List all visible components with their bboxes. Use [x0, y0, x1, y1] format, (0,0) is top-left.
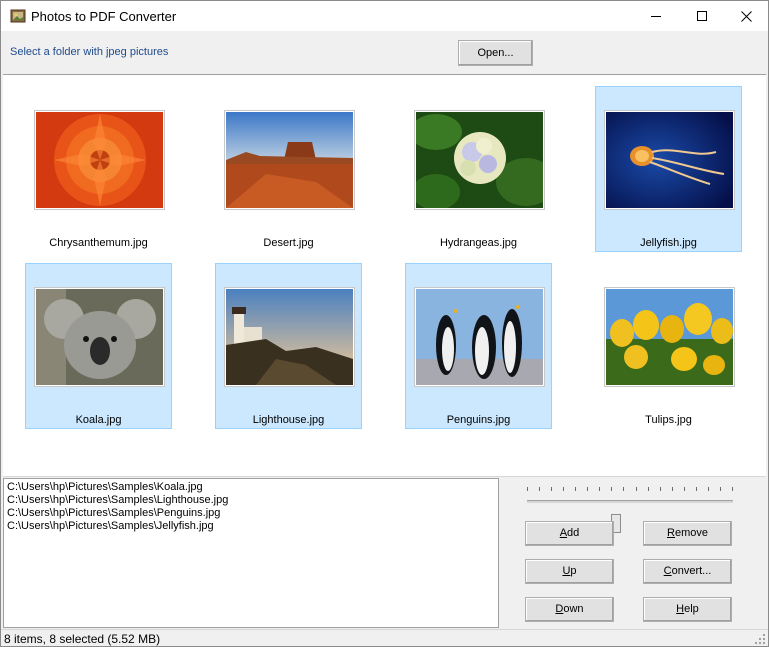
thumbnail-image [34, 287, 165, 387]
slider-tick [696, 487, 697, 491]
desert-photo [226, 112, 353, 208]
path-item[interactable]: C:\Users\hp\Pictures\Samples\Penguins.jp… [7, 507, 495, 520]
thumbnail-caption: Tulips.jpg [645, 414, 692, 426]
thumbnail-caption: Jellyfish.jpg [640, 237, 697, 249]
slider-tick [599, 487, 600, 491]
help-button[interactable]: Help [643, 597, 732, 622]
slider-tick [587, 487, 588, 491]
thumbnail-tile-lighthouse[interactable]: Lighthouse.jpg [215, 263, 362, 429]
slider-tick [623, 487, 624, 491]
thumbnail-image [224, 287, 355, 387]
app-window: Photos to PDF Converter Select a folder … [0, 0, 769, 647]
thumbnail-caption: Desert.jpg [263, 237, 314, 249]
slider-tick [551, 487, 552, 491]
slider-tick [563, 487, 564, 491]
path-item[interactable]: C:\Users\hp\Pictures\Samples\Lighthouse.… [7, 494, 495, 507]
app-photo-icon [10, 9, 26, 23]
convert-button[interactable]: Convert... [643, 559, 732, 584]
thumbnail-tile-penguins[interactable]: Penguins.jpg [405, 263, 552, 429]
slider-tick [708, 487, 709, 491]
slider-tick [720, 487, 721, 491]
remove-button[interactable]: Remove [643, 521, 732, 546]
folder-hint-text: Select a folder with jpeg pictures [10, 46, 169, 58]
size-grip-icon[interactable] [754, 633, 766, 645]
thumbnail-image [604, 287, 735, 387]
maximize-button[interactable] [679, 1, 725, 31]
thumbnail-caption: Chrysanthemum.jpg [49, 237, 148, 249]
thumbnail-tile-tulips[interactable]: Tulips.jpg [595, 263, 742, 429]
slider-tick [611, 487, 612, 491]
controls-panel: Add Remove Up Convert... Down Help [503, 478, 765, 628]
thumbnail-caption: Penguins.jpg [446, 414, 511, 426]
thumbnail-caption: Lighthouse.jpg [252, 414, 325, 426]
size-slider[interactable] [527, 500, 733, 533]
lighthouse-photo [226, 289, 353, 385]
thumbnail-image [414, 110, 545, 210]
tulips-photo [606, 289, 733, 385]
slider-ticks [527, 487, 733, 493]
thumbnail-caption: Koala.jpg [75, 414, 122, 426]
thumbnail-image [414, 287, 545, 387]
thumbnail-tile-chrysanthemum[interactable]: Chrysanthemum.jpg [25, 86, 172, 252]
slider-tick [684, 487, 685, 491]
slider-tick [527, 487, 528, 491]
path-item[interactable]: C:\Users\hp\Pictures\Samples\Koala.jpg [7, 481, 495, 494]
slider-tick [732, 487, 733, 491]
minimize-icon [651, 16, 661, 17]
slider-tick [636, 487, 637, 491]
thumbnail-grid[interactable]: Chrysanthemum.jpg Desert.jpg Hydrangeas.… [3, 74, 766, 477]
add-button[interactable]: Add [525, 521, 614, 546]
status-text: 8 items, 8 selected (5.52 MB) [4, 632, 161, 646]
thumbnail-tile-jellyfish[interactable]: Jellyfish.jpg [595, 86, 742, 252]
thumbnail-tile-desert[interactable]: Desert.jpg [215, 86, 362, 252]
minimize-button[interactable] [633, 1, 679, 31]
folder-toolbar: Select a folder with jpeg pictures Open.… [1, 31, 768, 73]
chrysanthemum-photo [36, 112, 163, 208]
thumbnail-caption: Hydrangeas.jpg [439, 237, 518, 249]
maximize-icon [697, 11, 707, 21]
thumbnail-image [224, 110, 355, 210]
thumbnail-image [604, 110, 735, 210]
close-icon [741, 11, 752, 22]
status-bar: 8 items, 8 selected (5.52 MB) [1, 629, 768, 646]
up-button[interactable]: Up [525, 559, 614, 584]
close-button[interactable] [723, 1, 768, 31]
hydrangeas-photo [416, 112, 543, 208]
down-button[interactable]: Down [525, 597, 614, 622]
thumbnail-tile-koala[interactable]: Koala.jpg [25, 263, 172, 429]
thumbnail-tile-hydrangeas[interactable]: Hydrangeas.jpg [405, 86, 552, 252]
selected-paths-list[interactable]: C:\Users\hp\Pictures\Samples\Koala.jpg C… [3, 478, 499, 628]
slider-tick [672, 487, 673, 491]
path-item[interactable]: C:\Users\hp\Pictures\Samples\Jellyfish.j… [7, 520, 495, 533]
open-button[interactable]: Open... [458, 40, 533, 66]
slider-tick [660, 487, 661, 491]
window-title: Photos to PDF Converter [31, 9, 177, 24]
penguins-photo [416, 289, 543, 385]
slider-tick [575, 487, 576, 491]
thumbnail-image [34, 110, 165, 210]
jellyfish-photo [606, 112, 733, 208]
title-bar: Photos to PDF Converter [1, 1, 768, 31]
slider-tick [648, 487, 649, 491]
koala-photo [36, 289, 163, 385]
slider-tick [539, 487, 540, 491]
